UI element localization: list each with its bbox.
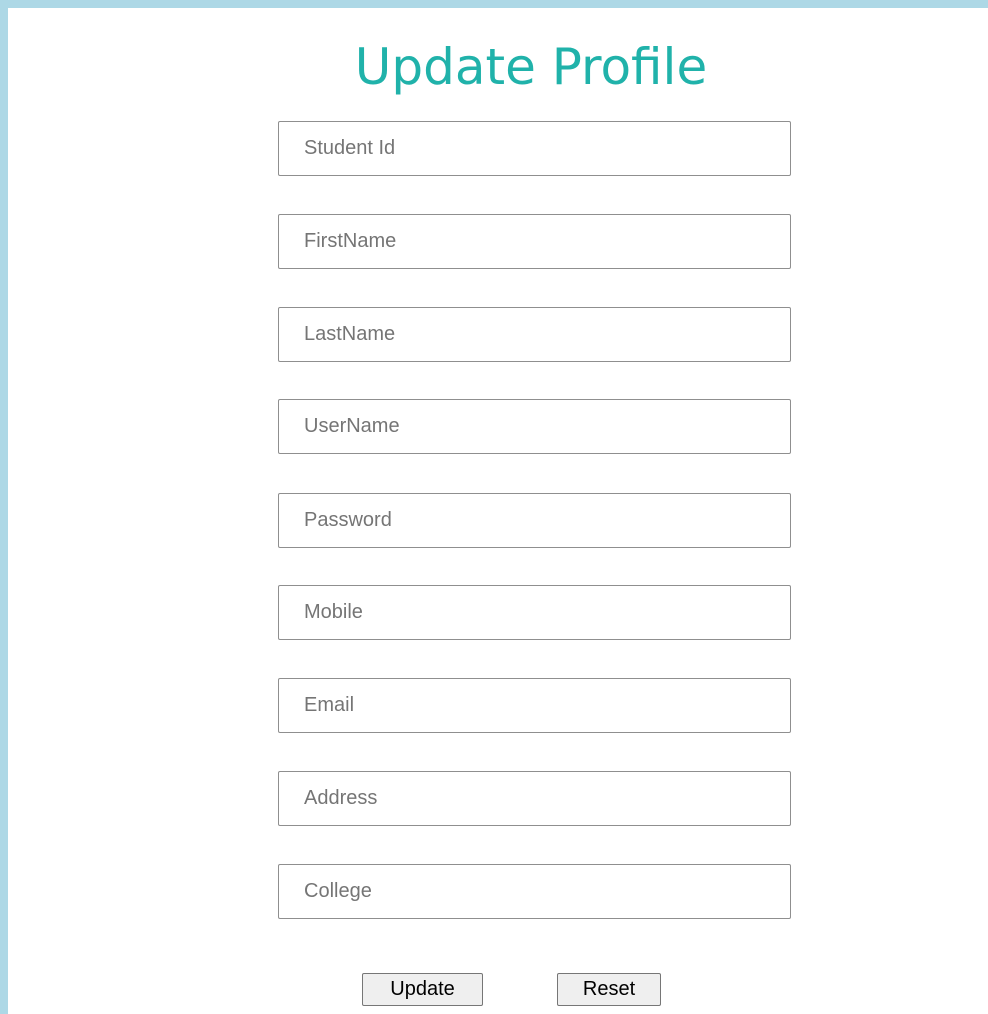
page-title: Update Profile: [354, 38, 708, 96]
student-id-field[interactable]: [278, 121, 791, 176]
update-button[interactable]: Update: [362, 973, 483, 1006]
address-field[interactable]: [278, 771, 791, 826]
first-name-field[interactable]: [278, 214, 791, 269]
mobile-field[interactable]: [278, 585, 791, 640]
username-field[interactable]: [278, 399, 791, 454]
page-frame: Update Profile Update Reset: [0, 0, 988, 1014]
last-name-field[interactable]: [278, 307, 791, 362]
college-field[interactable]: [278, 864, 791, 919]
reset-button[interactable]: Reset: [557, 973, 661, 1006]
password-field[interactable]: [278, 493, 791, 548]
email-field[interactable]: [278, 678, 791, 733]
